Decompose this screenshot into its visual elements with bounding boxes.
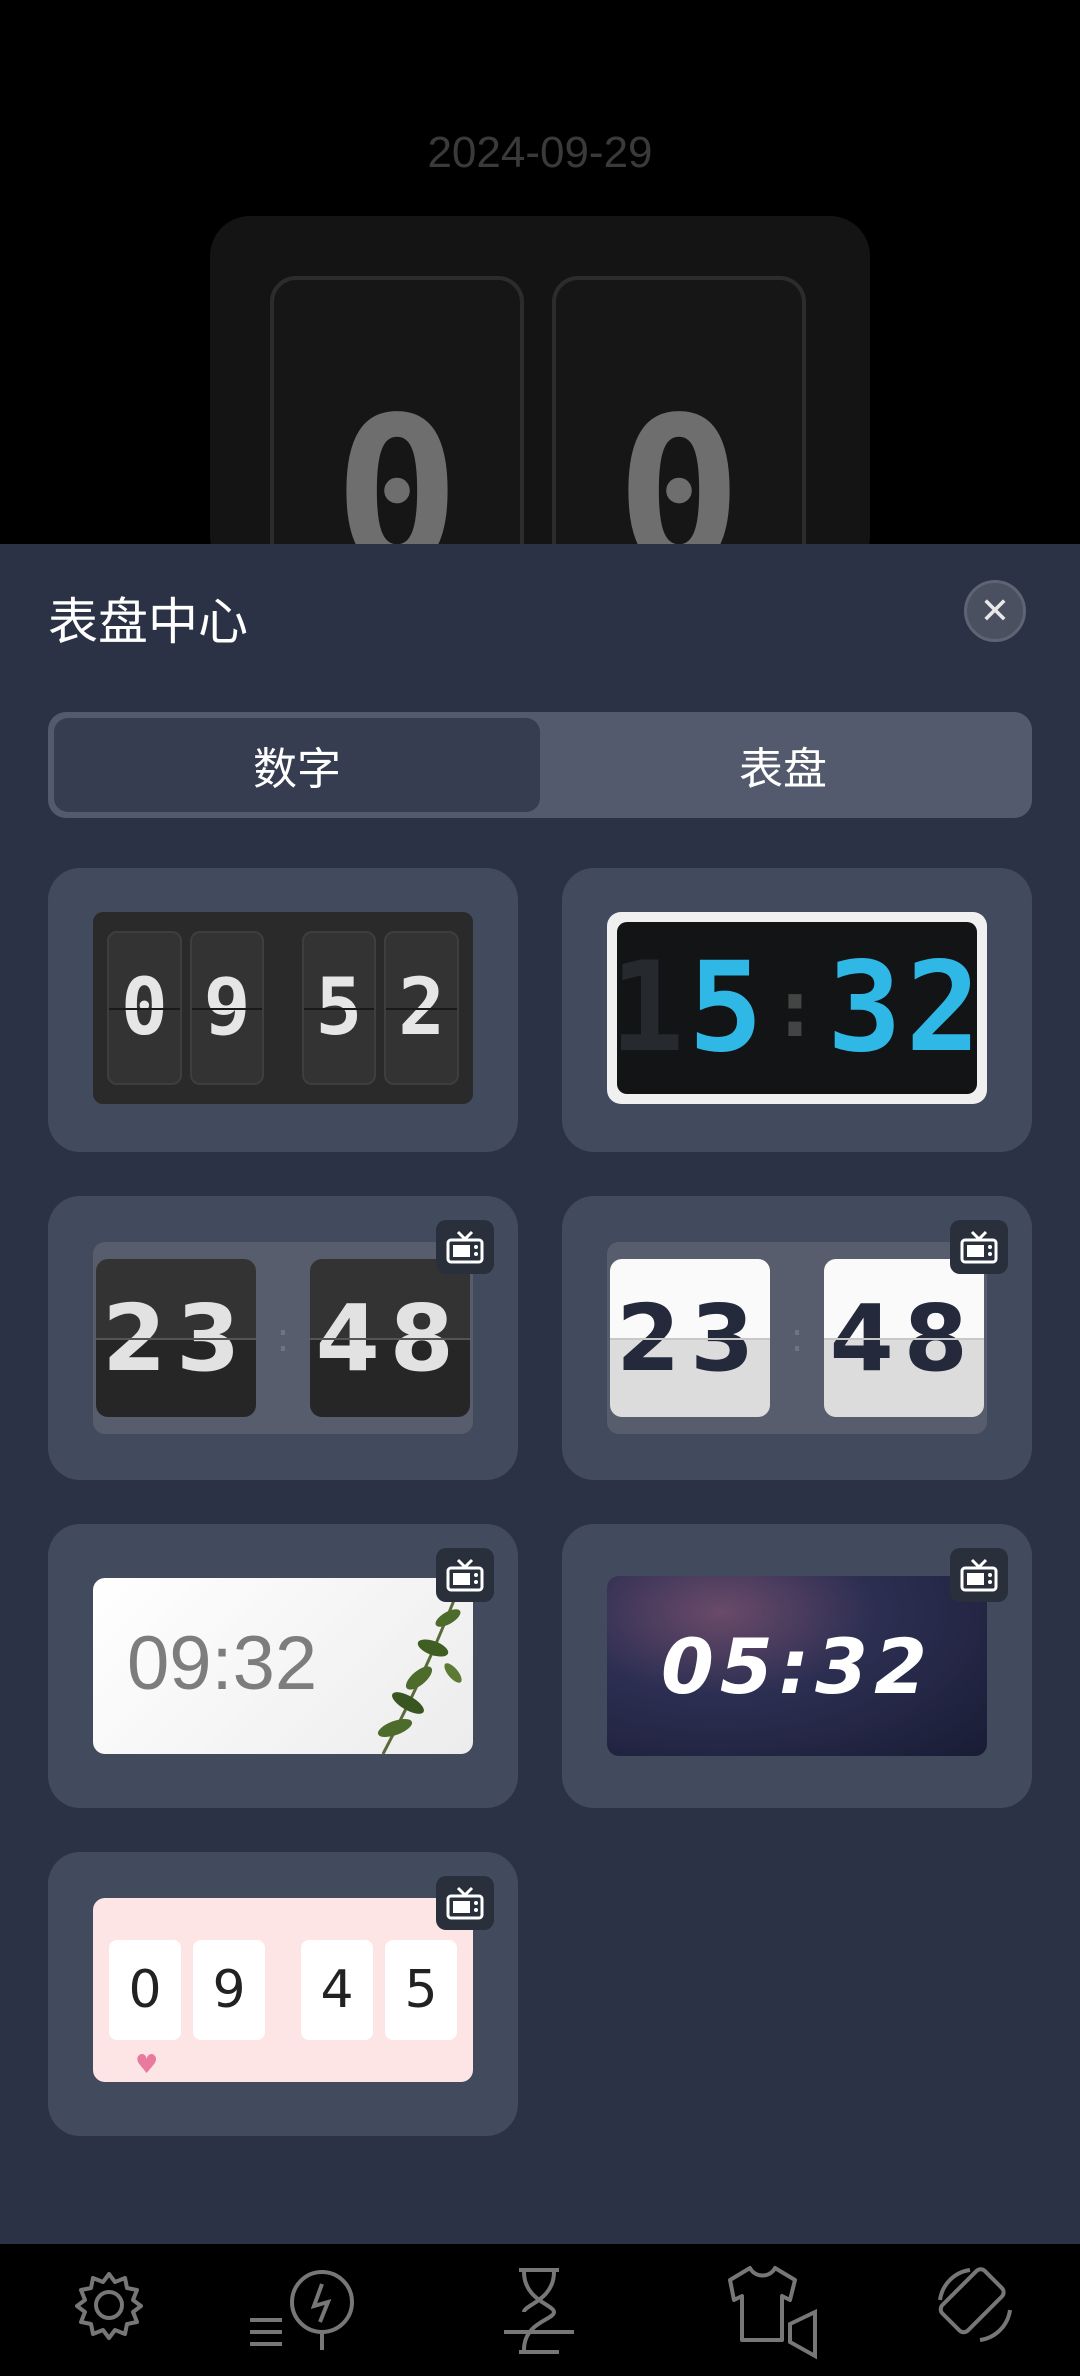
flip-digit: 2 [384, 931, 459, 1085]
pink-digit: 9 [193, 1940, 265, 2040]
watchface-card-flip-big-light[interactable]: 23 : 48 [562, 1196, 1032, 1480]
date-label: 2024-09-29 [427, 128, 653, 177]
rotate-screen-icon[interactable] [930, 2260, 1020, 2350]
flip-digit: 5 [301, 931, 377, 1085]
flip-clock-preview: 0 9 5 2 [93, 912, 473, 1104]
flip-separator: : [790, 1315, 804, 1361]
flip-hour: 23 [96, 1259, 257, 1417]
flip-digit: 0 [107, 931, 182, 1085]
flip-card-hour: 0 [270, 276, 524, 576]
tab-digital[interactable]: 数字 [54, 718, 540, 812]
pink-digit: 0 [109, 1940, 181, 2040]
watchface-card-pink[interactable]: 0 9 4 5 ♥ [48, 1852, 518, 2136]
clock-stopwatch-icon[interactable] [242, 2260, 362, 2350]
flip-hour: 23 [610, 1259, 771, 1417]
galaxy-clock-preview: 05:32 [607, 1576, 987, 1756]
close-button[interactable]: ✕ [964, 580, 1026, 642]
category-tabs: 数字 表盘 [48, 712, 1032, 818]
bottom-nav [0, 2244, 1080, 2376]
shirt-icon[interactable] [720, 2260, 830, 2360]
flip-minute: 48 [309, 1259, 470, 1417]
heart-icon: ♥ [135, 2050, 159, 2080]
sheet-title: 表盘中心 [48, 593, 248, 651]
watchface-sheet: 表盘中心 ✕ 数字 表盘 0 9 5 2 1 5 : 32 23: 48 23… [0, 544, 1080, 2244]
lcd-clock-preview: 1 5 : 32 [607, 912, 987, 1104]
hourglass-icon[interactable] [494, 2260, 584, 2354]
pink-digit: 4 [301, 1940, 373, 2040]
lcd-ghost-digit: 1 [609, 936, 689, 1080]
flip-digit: 9 [189, 931, 265, 1085]
plant-time: 09:32 [127, 1621, 318, 1706]
pink-clock-preview: 0 9 4 5 ♥ [93, 1898, 473, 2082]
close-icon: ✕ [979, 590, 1011, 632]
pink-digit: 5 [385, 1940, 457, 2040]
flip-minute: 48 [823, 1259, 984, 1417]
tv-icon [436, 1220, 494, 1274]
lcd-hour: 5 [688, 936, 767, 1080]
tab-dial[interactable]: 表盘 [540, 718, 1026, 812]
tv-icon [950, 1220, 1008, 1274]
background-flip-clock: 0 0 [210, 216, 870, 576]
tv-icon [950, 1548, 1008, 1602]
tv-icon [436, 1876, 494, 1930]
plant-leaves-icon [377, 1578, 465, 1754]
watchface-card-flip-big-dark[interactable]: 23 : 48 [48, 1196, 518, 1480]
tv-icon [436, 1548, 494, 1602]
lcd-minute: 32 [827, 936, 985, 1080]
screen: 2024-09-29 0 0 表盘中心 ✕ 数字 表盘 0 9 5 2 1 5 … [0, 0, 1080, 2376]
flip-big-dark-preview: 23 : 48 [93, 1242, 473, 1434]
flip-big-light-preview: 23 : 48 [607, 1242, 987, 1434]
flip-separator: : [276, 1315, 290, 1361]
watchface-card-lcd[interactable]: 1 5 : 32 [562, 868, 1032, 1152]
lcd-colon: : [770, 961, 824, 1055]
watchface-card-flip-dark[interactable]: 0 9 5 2 [48, 868, 518, 1152]
watchface-card-plant[interactable]: 09:32 [48, 1524, 518, 1808]
watchface-card-galaxy[interactable]: 05:32 [562, 1524, 1032, 1808]
gear-icon[interactable] [64, 2260, 154, 2350]
plant-clock-preview: 09:32 [93, 1578, 473, 1754]
galaxy-time: 05:32 [661, 1621, 933, 1711]
flip-card-hour-2: 0 [552, 276, 806, 576]
